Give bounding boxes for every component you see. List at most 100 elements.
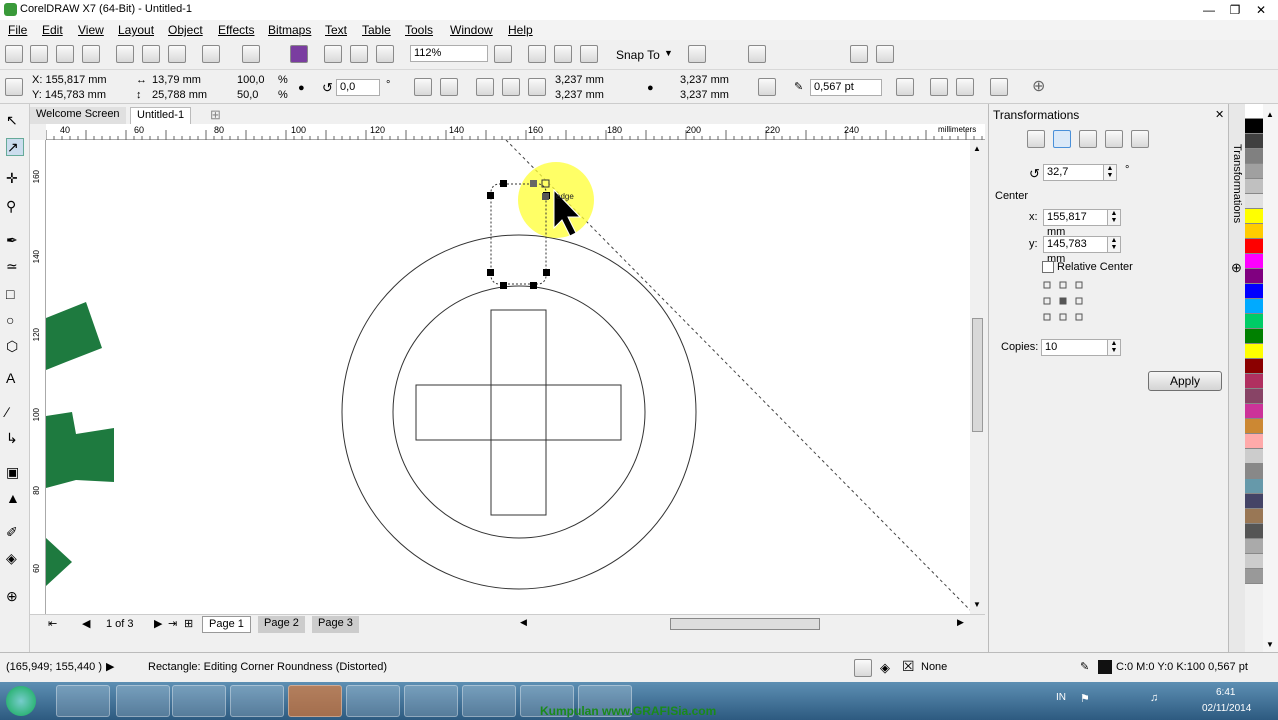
- corner-radius-top-left[interactable]: 3,237 mm: [555, 74, 604, 86]
- scrollbar-thumb[interactable]: [972, 318, 983, 432]
- polygon-tool-icon[interactable]: ⬡: [6, 338, 24, 356]
- print-icon[interactable]: [82, 45, 100, 63]
- cut-icon[interactable]: [116, 45, 134, 63]
- scale-height[interactable]: 50,0: [237, 89, 258, 101]
- color-swatch[interactable]: [1245, 554, 1263, 569]
- rotation-field[interactable]: 0,0: [336, 79, 380, 96]
- ellipse-tool-icon[interactable]: ○: [6, 312, 24, 330]
- color-swatch[interactable]: [1245, 314, 1263, 329]
- scale-width[interactable]: 100,0: [237, 74, 265, 86]
- chrome-icon[interactable]: [230, 685, 284, 717]
- options-icon[interactable]: [688, 45, 706, 63]
- add-page-icon[interactable]: ⊞: [184, 617, 193, 630]
- next-page-icon[interactable]: ▶: [154, 617, 162, 630]
- clock-time[interactable]: 6:41: [1216, 687, 1235, 698]
- menu-edit[interactable]: Edit: [42, 23, 63, 37]
- color-swatch[interactable]: [1245, 104, 1263, 119]
- canvas-vertical-scrollbar[interactable]: ▲ ▼: [970, 140, 985, 614]
- tab-page-2[interactable]: Page 2: [258, 616, 305, 633]
- color-swatch[interactable]: [1245, 209, 1263, 224]
- wrap-text-icon[interactable]: [896, 78, 914, 96]
- scroll-down-icon[interactable]: ▼: [1266, 640, 1274, 649]
- corel-capture-icon[interactable]: [288, 685, 342, 717]
- clock-date[interactable]: 02/11/2014: [1202, 703, 1251, 714]
- file-explorer-icon[interactable]: [116, 685, 170, 717]
- add-tool-icon[interactable]: ⊕: [6, 588, 24, 606]
- connector-tool-icon[interactable]: ↳: [6, 430, 24, 448]
- cross-horizontal-rect[interactable]: [415, 384, 622, 441]
- document-color-settings-icon[interactable]: [854, 659, 872, 677]
- drawing-canvas[interactable]: edge: [46, 140, 970, 614]
- color-swatch[interactable]: [1245, 119, 1263, 134]
- eyedropper-tool-icon[interactable]: ✐: [6, 524, 24, 542]
- drop-shadow-tool-icon[interactable]: ▣: [6, 464, 24, 482]
- color-swatch[interactable]: [1245, 164, 1263, 179]
- open-icon[interactable]: [30, 45, 48, 63]
- menu-layout[interactable]: Layout: [118, 23, 154, 37]
- color-swatch[interactable]: [1245, 134, 1263, 149]
- scroll-up-icon[interactable]: ▲: [1266, 110, 1274, 119]
- menu-tools[interactable]: Tools: [405, 23, 433, 37]
- lock-ratio-icon[interactable]: ●: [298, 82, 305, 94]
- tab-page-3[interactable]: Page 3: [312, 616, 359, 633]
- show-rulers-icon[interactable]: [528, 45, 546, 63]
- color-swatch[interactable]: [1245, 449, 1263, 464]
- color-swatch[interactable]: [1245, 464, 1263, 479]
- interactive-fill-tool-icon[interactable]: ◈: [6, 550, 24, 568]
- menu-effects[interactable]: Effects: [218, 23, 254, 37]
- cross-vertical-rect[interactable]: [490, 309, 547, 516]
- round-corner-icon[interactable]: [476, 78, 494, 96]
- publish-pdf-icon[interactable]: [376, 45, 394, 63]
- mirror-vertical-icon[interactable]: [440, 78, 458, 96]
- zoom-tool-icon[interactable]: ⚲: [6, 198, 24, 216]
- mirror-horizontal-icon[interactable]: [414, 78, 432, 96]
- media-player-icon[interactable]: [172, 685, 226, 717]
- menu-help[interactable]: Help: [508, 23, 533, 37]
- relative-center-checkbox[interactable]: [1042, 261, 1054, 273]
- corner-radius-top-right[interactable]: 3,237 mm: [680, 74, 729, 86]
- angle-spinner[interactable]: ▲ ▼: [1103, 164, 1117, 181]
- outline-width-field[interactable]: 0,567 pt: [810, 79, 882, 96]
- outer-circle[interactable]: [341, 234, 697, 590]
- horizontal-scrollbar-thumb[interactable]: [670, 618, 820, 630]
- shape-tool-icon[interactable]: ↗: [6, 138, 24, 156]
- anchor-point-grid[interactable]: [1041, 280, 1101, 324]
- zoom-level-field[interactable]: 112%: [410, 45, 488, 62]
- object-height[interactable]: 25,788 mm: [152, 89, 207, 101]
- color-swatch[interactable]: [1245, 479, 1263, 494]
- redo-icon[interactable]: [242, 45, 260, 63]
- scroll-left-icon[interactable]: ◀: [520, 617, 527, 628]
- color-swatch[interactable]: [1245, 509, 1263, 524]
- add-docker-icon[interactable]: ⊕: [1231, 260, 1242, 276]
- text-tool-icon[interactable]: A: [6, 370, 24, 388]
- copy-icon[interactable]: [142, 45, 160, 63]
- minimize-button[interactable]: —: [1196, 1, 1222, 19]
- search-content-icon[interactable]: [290, 45, 308, 63]
- tab-welcome-screen[interactable]: Welcome Screen: [30, 107, 126, 124]
- color-swatch[interactable]: [1245, 254, 1263, 269]
- corner-node-handle[interactable]: [542, 193, 549, 200]
- color-swatch[interactable]: [1245, 239, 1263, 254]
- coreldraw-icon[interactable]: [404, 685, 458, 717]
- menu-view[interactable]: View: [78, 23, 104, 37]
- language-indicator[interactable]: IN: [1056, 692, 1066, 703]
- menu-table[interactable]: Table: [362, 23, 391, 37]
- docker-side-tab[interactable]: Transformations ⊕: [1228, 104, 1245, 652]
- scalloped-corner-icon[interactable]: [502, 78, 520, 96]
- scale-mirror-icon[interactable]: [1079, 130, 1097, 148]
- flag-icon[interactable]: ⚑: [1080, 692, 1090, 705]
- copies-field[interactable]: 10: [1041, 339, 1111, 356]
- close-button[interactable]: ✕: [1248, 1, 1274, 19]
- apply-button[interactable]: Apply: [1148, 371, 1222, 391]
- corner-node-handle[interactable]: [530, 180, 537, 187]
- transparency-tool-icon[interactable]: ▲: [6, 490, 24, 508]
- color-swatch[interactable]: [1245, 494, 1263, 509]
- gear-tooth-shape[interactable]: [46, 302, 102, 370]
- add-icon[interactable]: ⊕: [1032, 76, 1045, 96]
- color-swatch[interactable]: [1245, 329, 1263, 344]
- corner-radius-bottom-left[interactable]: 3,237 mm: [555, 89, 604, 101]
- to-front-icon[interactable]: [930, 78, 948, 96]
- position-icon[interactable]: [1027, 130, 1045, 148]
- new-tab-icon[interactable]: ⊞: [210, 107, 221, 123]
- color-swatch[interactable]: [1245, 149, 1263, 164]
